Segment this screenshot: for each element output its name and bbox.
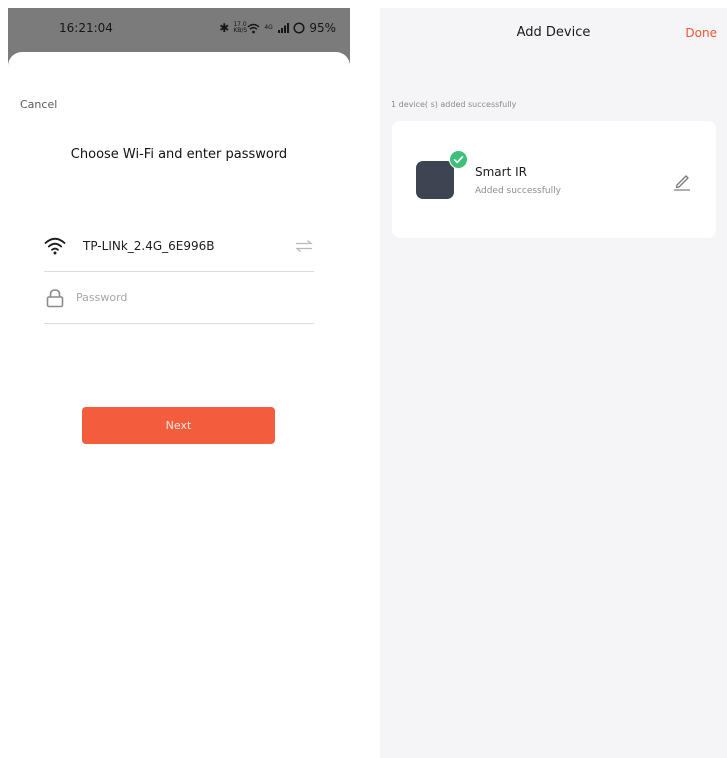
cancel-button[interactable]: Cancel (20, 98, 57, 111)
checkmark-icon (453, 156, 464, 164)
device-icon (416, 161, 454, 199)
password-input[interactable] (76, 286, 296, 308)
next-button[interactable]: Next (82, 407, 275, 444)
wifi-password-sheet: Cancel Choose Wi-Fi and enter password T… (8, 52, 350, 758)
cell-signal-icon (278, 23, 290, 33)
wifi-status-icon (247, 23, 260, 33)
status-time: 16:21:04 (59, 21, 113, 35)
edit-pencil-icon[interactable] (672, 171, 692, 191)
status-bar: 16:21:04 ✱ 17.0 KB/S 4G 95% (8, 8, 350, 52)
password-field (44, 275, 314, 324)
add-device-screen: Add Device Done 1 device( s) added succe… (380, 8, 727, 758)
device-status: Added successfully (475, 186, 561, 196)
wifi-network-field[interactable]: TP-LINk_2.4G_6E996B (44, 223, 314, 272)
wifi-icon (44, 237, 66, 255)
battery-ring-icon (293, 22, 305, 34)
page-title: Add Device (516, 25, 591, 40)
added-summary: 1 device( s) added successfully (391, 100, 517, 109)
sheet-title: Choose Wi-Fi and enter password (70, 147, 288, 162)
done-button[interactable]: Done (685, 26, 717, 40)
network-speed-unit: KB/S (233, 27, 248, 34)
wifi-setup-screen: 16:21:04 ✱ 17.0 KB/S 4G 95% Cancel Choos… (8, 8, 350, 758)
wifi-ssid: TP-LINk_2.4G_6E996B (83, 239, 215, 253)
signal-label: 4G (264, 24, 273, 31)
lock-icon (46, 289, 64, 308)
device-card[interactable]: Smart IR Added successfully (392, 121, 716, 238)
check-badge-icon (449, 150, 468, 169)
device-name: Smart IR (475, 165, 527, 179)
bluetooth-icon: ✱ (219, 21, 230, 35)
battery-percent: 95% (309, 21, 336, 35)
switch-network-icon[interactable] (294, 239, 314, 253)
network-speed: 17.0 KB/S (233, 22, 247, 34)
status-icons: ✱ 17.0 KB/S 4G 95% (219, 21, 336, 35)
